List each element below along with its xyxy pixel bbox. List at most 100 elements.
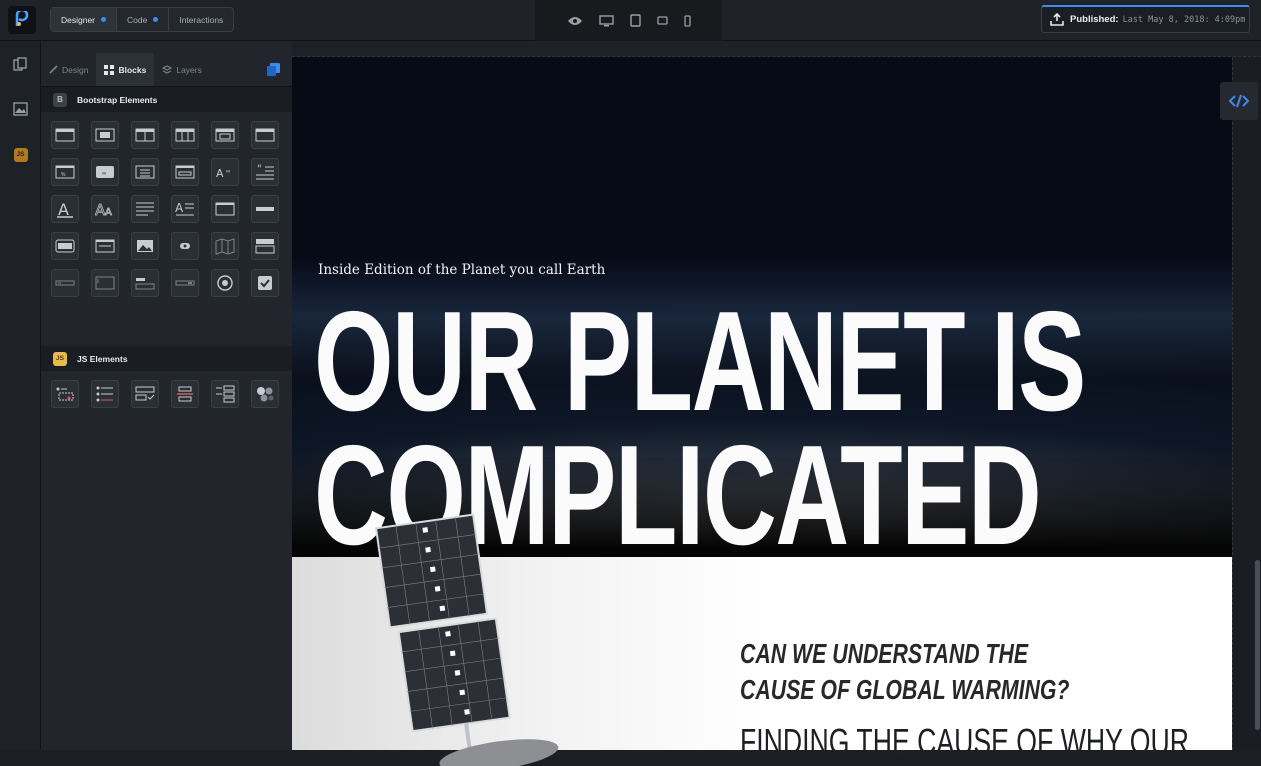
left-rail: JS (0, 41, 41, 750)
blocks-icon (104, 64, 115, 75)
hero-section[interactable]: Inside Edition of the Planet you call Ea… (292, 57, 1232, 557)
tab-label: Layers (176, 64, 202, 75)
image-icon[interactable] (12, 100, 29, 117)
svg-text:A: A (216, 167, 224, 180)
block-image[interactable] (131, 232, 159, 260)
js-icon[interactable]: JS (12, 146, 29, 163)
block-columns-3[interactable] (171, 121, 199, 149)
mode-label: Interactions (179, 14, 224, 25)
tab-label: Blocks (118, 64, 147, 75)
changes-dot (101, 17, 107, 22)
svg-text:": " (257, 164, 262, 175)
block-tabs-list[interactable] (91, 380, 119, 408)
js-elements-grid (41, 371, 292, 408)
js-rail-label: JS (13, 147, 28, 162)
brush-icon (49, 65, 58, 74)
code-icon (1229, 94, 1249, 108)
block-section[interactable] (251, 121, 279, 149)
bootstrap-badge: B (53, 92, 67, 107)
section-heading[interactable]: FINDING THE CAUSE OF WHY OUR (740, 721, 1189, 763)
mode-designer[interactable]: Designer (51, 8, 118, 31)
block-checkbox[interactable] (251, 269, 279, 297)
block-list[interactable] (131, 158, 159, 186)
block-carousel[interactable] (251, 380, 279, 408)
svg-text:∞: ∞ (102, 171, 106, 177)
js-badge: JS (53, 351, 67, 366)
publish-status[interactable]: Published: Last May 8, 2018: 4:09pm (1041, 5, 1250, 33)
block-link-box[interactable]: % (51, 158, 79, 186)
block-container[interactable] (51, 232, 79, 260)
block-footer[interactable] (251, 232, 279, 260)
layers-icon (162, 64, 173, 74)
svg-text:%: % (61, 172, 66, 178)
svg-text:∞: ∞ (226, 169, 230, 175)
hero-eyebrow-text[interactable]: Inside Edition of the Planet you call Ea… (318, 262, 605, 278)
block-accordion[interactable] (171, 380, 199, 408)
block-form-validation[interactable] (131, 380, 159, 408)
block-textarea[interactable] (91, 269, 119, 297)
mode-label: Designer (61, 14, 96, 25)
panel-tabs: Design Blocks Layers (41, 41, 292, 87)
canvas-ruler (292, 41, 1261, 57)
device-preview-bar (535, 0, 722, 41)
tab-design[interactable]: Design (41, 53, 96, 86)
block-sidebar-layout[interactable] (211, 121, 239, 149)
block-radio[interactable] (211, 269, 239, 297)
desktop-icon[interactable] (598, 14, 614, 27)
top-bar: Designer Code Interactions Published: La… (0, 0, 1261, 41)
mode-interactions[interactable]: Interactions (169, 8, 233, 31)
block-button[interactable] (251, 195, 279, 223)
js-elements-header[interactable]: JS JS Elements (41, 346, 292, 371)
section-title: Bootstrap Elements (77, 94, 158, 105)
block-columns-2[interactable] (131, 121, 159, 149)
block-label-field[interactable] (131, 269, 159, 297)
code-view-toggle[interactable] (1220, 82, 1258, 120)
block-map[interactable] (211, 232, 239, 260)
block-form[interactable] (211, 195, 239, 223)
eye-icon[interactable] (567, 16, 583, 26)
block-input[interactable] (51, 269, 79, 297)
block-paragraph[interactable] (131, 195, 159, 223)
tab-blocks[interactable]: Blocks (96, 53, 155, 86)
block-blockquote[interactable]: " (251, 158, 279, 186)
publish-icon (1050, 13, 1064, 26)
block-typography[interactable]: AA (91, 195, 119, 223)
tablet-icon[interactable] (629, 14, 641, 27)
block-heading[interactable]: A (51, 195, 79, 223)
headline-line-1: OUR PLANET IS (314, 282, 1086, 441)
block-video[interactable] (171, 232, 199, 260)
changes-dot (153, 17, 159, 22)
canvas-scrollbar[interactable] (1255, 560, 1260, 730)
block-dropdown[interactable] (51, 380, 79, 408)
block-select[interactable] (171, 269, 199, 297)
block-panel[interactable] (171, 158, 199, 186)
svg-text:A: A (105, 207, 112, 218)
blocks-panel: Design Blocks Layers B Bootstrap Element… (41, 41, 292, 750)
publish-label: Published: (1070, 14, 1119, 25)
block-link-text[interactable]: A ∞ (211, 158, 239, 186)
app-logo[interactable] (8, 6, 36, 34)
satellite-image[interactable] (372, 506, 572, 766)
tab-label: Design (62, 64, 89, 75)
block-collapse[interactable] (211, 380, 239, 408)
mode-switcher: Designer Code Interactions (50, 7, 235, 32)
block-card[interactable] (91, 232, 119, 260)
library-icon[interactable] (267, 63, 280, 76)
bootstrap-elements-header[interactable]: B Bootstrap Elements (41, 87, 292, 112)
svg-text:A: A (175, 201, 184, 215)
mode-code[interactable]: Code (117, 8, 170, 31)
phone-icon[interactable] (683, 14, 691, 27)
section-title: JS Elements (77, 353, 128, 364)
block-text-block[interactable]: A (171, 195, 199, 223)
block-link-block[interactable]: ∞ (91, 158, 119, 186)
mode-label: Code (127, 14, 148, 25)
tablet-landscape-icon[interactable] (656, 16, 668, 25)
tab-layers[interactable]: Layers (154, 53, 210, 86)
svg-text:A: A (58, 200, 69, 218)
pages-icon[interactable] (12, 56, 29, 73)
block-navbar[interactable] (51, 121, 79, 149)
bootstrap-elements-grid: % ∞ A ∞ " A AA A (41, 112, 292, 297)
block-jumbotron[interactable] (91, 121, 119, 149)
design-canvas[interactable]: Inside Edition of the Planet you call Ea… (292, 41, 1261, 766)
section-question[interactable]: CAN WE UNDERSTAND THE CAUSE OF GLOBAL WA… (740, 636, 1090, 708)
